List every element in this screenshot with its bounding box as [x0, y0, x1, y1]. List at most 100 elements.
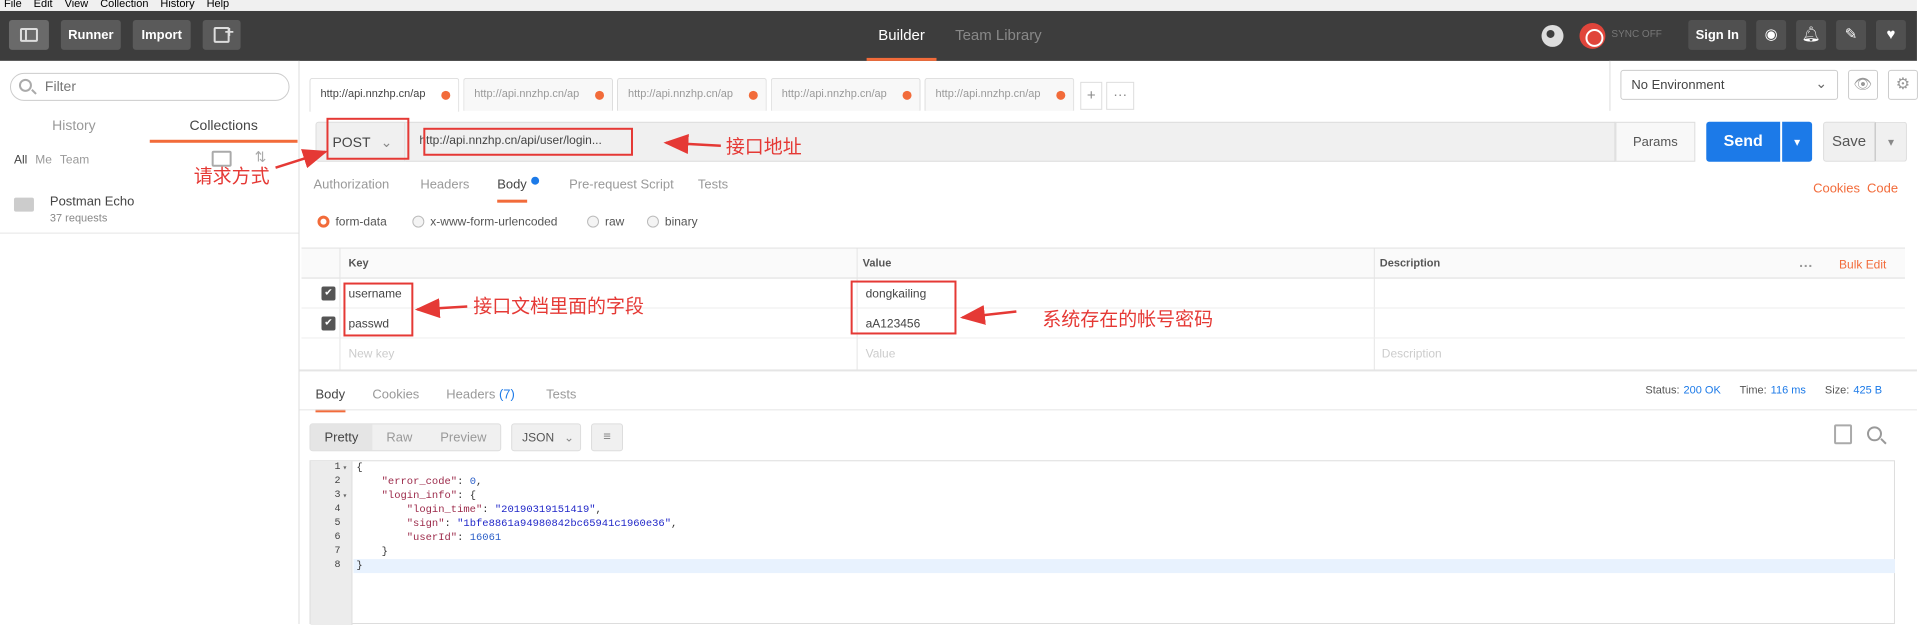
runner-button[interactable]: Runner — [60, 19, 121, 50]
radio-raw[interactable]: raw — [587, 215, 624, 229]
radio-dot — [587, 215, 600, 228]
row-checkbox[interactable]: ✔ — [321, 286, 336, 301]
filter-team[interactable]: Team — [60, 153, 89, 167]
sync-icon[interactable] — [1579, 22, 1606, 49]
menu-help[interactable]: Help — [207, 0, 230, 11]
environment-select[interactable]: No Environment ⌄ — [1620, 69, 1839, 100]
request-tab[interactable]: http://api.nnzhp.cn/ap — [463, 77, 614, 111]
heart-icon[interactable]: ♥ — [1875, 19, 1906, 50]
tab-tests[interactable]: Tests — [698, 177, 728, 192]
filter-me[interactable]: Me — [35, 153, 52, 167]
time-label: Time: — [1739, 384, 1767, 397]
filter-box[interactable] — [9, 72, 290, 101]
interceptor-icon[interactable] — [1541, 24, 1564, 47]
chevron-down-icon: ⌄ — [564, 430, 575, 445]
unsaved-dot — [441, 90, 451, 100]
radio-urlencoded[interactable]: x-www-form-urlencoded — [412, 215, 557, 229]
tab-body[interactable]: Body — [497, 176, 539, 203]
save-dropdown-button[interactable]: ▾ — [1875, 121, 1907, 162]
filter-all[interactable]: All — [14, 153, 27, 167]
new-value-input[interactable]: Value — [866, 346, 896, 360]
menu-edit[interactable]: Edit — [34, 0, 53, 11]
sidebar: History Collections All Me Team ⇅ Postma… — [0, 60, 300, 625]
response-body-editor[interactable]: 1 ▾ 2 3 ▾ 4 5 6 7 8 { "error_code": 0, "login_inf… — [309, 460, 1895, 625]
new-key-input[interactable]: New key — [348, 346, 394, 360]
params-button[interactable]: Params — [1615, 121, 1696, 162]
sign-in-button[interactable]: Sign In — [1688, 19, 1747, 50]
search-icon[interactable] — [1867, 426, 1882, 442]
more-tabs-button[interactable]: ··· — [1106, 81, 1135, 110]
eye-icon[interactable]: 👁︎ — [1848, 69, 1878, 100]
response-tab-headers[interactable]: Headers (7) — [446, 386, 515, 401]
request-tab[interactable]: http://api.nnzhp.cn/ap — [770, 77, 921, 111]
unsaved-dot — [595, 90, 605, 100]
format-preview[interactable]: Preview — [426, 424, 500, 450]
menu-file[interactable]: File — [4, 0, 22, 11]
wrap-lines-icon[interactable]: ≡ — [591, 423, 624, 452]
tab-headers[interactable]: Headers — [420, 177, 469, 192]
line-number: 5 — [334, 518, 341, 530]
request-tab[interactable]: http://api.nnzhp.cn/ap — [617, 77, 767, 111]
import-button[interactable]: Import — [132, 19, 191, 50]
new-window-button[interactable]: + — [202, 19, 241, 50]
request-tab[interactable]: http://api.nnzhp.cn/ap — [309, 77, 460, 112]
fold-toggle-icon[interactable]: ▾ — [342, 491, 347, 501]
send-button[interactable]: Send — [1706, 121, 1781, 162]
request-tab[interactable]: http://api.nnzhp.cn/ap — [924, 77, 1075, 111]
send-dropdown-button[interactable]: ▾ — [1782, 121, 1813, 162]
menu-view[interactable]: View — [65, 0, 89, 11]
tab-authorization[interactable]: Authorization — [313, 177, 389, 192]
sidebar-toggle-button[interactable] — [8, 19, 49, 50]
unsaved-dot — [748, 90, 758, 100]
menu-history[interactable]: History — [160, 0, 194, 11]
cookies-link[interactable]: Cookies — [1813, 181, 1860, 196]
plus-icon: + — [224, 23, 234, 41]
request-tab-label: http://api.nnzhp.cn/ap — [474, 87, 580, 100]
save-button[interactable]: Save — [1823, 121, 1875, 162]
row-checkbox[interactable]: ✔ — [321, 316, 336, 331]
new-description-input[interactable]: Description — [1382, 346, 1442, 360]
bell-icon[interactable]: 🔔︎ — [1796, 19, 1827, 50]
format-type-select[interactable]: JSON ⌄ — [511, 423, 582, 452]
more-options-icon[interactable]: ··· — [1799, 258, 1813, 274]
code-link[interactable]: Code — [1867, 181, 1898, 196]
annotation-method-label: 请求方式 — [193, 165, 270, 188]
tab-collections[interactable]: Collections — [149, 113, 298, 143]
satellite-icon[interactable]: ◉ — [1756, 19, 1787, 50]
tab-history[interactable]: History — [0, 113, 148, 143]
new-row: New key Value Description — [302, 338, 1905, 368]
annotation-url-label: 接口地址 — [725, 135, 802, 158]
radio-form-data[interactable]: form-data — [317, 215, 387, 229]
copy-icon[interactable] — [1834, 424, 1853, 445]
table-header: Key Value Description ··· Bulk Edit — [301, 248, 1905, 279]
wrench-icon[interactable]: ✎ — [1836, 19, 1867, 50]
annotation-account-label: 系统存在的帐号密码 — [1042, 308, 1214, 331]
fold-toggle-icon[interactable]: ▾ — [342, 463, 347, 473]
line-number: 1 — [334, 462, 341, 474]
code-line: } — [356, 546, 388, 559]
response-tab-tests[interactable]: Tests — [546, 386, 576, 401]
gear-icon[interactable]: ⚙ — [1887, 69, 1918, 100]
line-number: 8 — [334, 560, 341, 572]
request-tab-label: http://api.nnzhp.cn/ap — [781, 87, 887, 100]
menu-collection[interactable]: Collection — [100, 0, 148, 11]
format-raw[interactable]: Raw — [372, 424, 426, 450]
radio-dot — [317, 215, 330, 228]
status-value: 200 OK — [1683, 384, 1721, 397]
unsaved-dot — [902, 90, 912, 100]
format-pretty[interactable]: Pretty — [310, 424, 373, 451]
response-tab-cookies[interactable]: Cookies — [372, 386, 419, 401]
collection-item[interactable]: Postman Echo 37 requests — [0, 186, 299, 234]
bulk-edit-link[interactable]: Bulk Edit — [1839, 258, 1886, 272]
radio-label: raw — [605, 214, 625, 229]
add-tab-button[interactable]: + — [1080, 81, 1103, 110]
collection-name: Postman Echo — [49, 193, 135, 209]
format-toggle: Pretty Raw Preview — [309, 423, 502, 452]
tab-pre-request-script[interactable]: Pre-request Script — [569, 177, 674, 192]
request-tab-label: http://api.nnzhp.cn/ap — [627, 87, 734, 100]
filter-input[interactable] — [44, 77, 275, 94]
tab-builder[interactable]: Builder — [866, 11, 937, 61]
tab-team-library[interactable]: Team Library — [948, 11, 1048, 61]
radio-binary[interactable]: binary — [646, 215, 698, 229]
annotation-box-fields — [343, 282, 414, 337]
